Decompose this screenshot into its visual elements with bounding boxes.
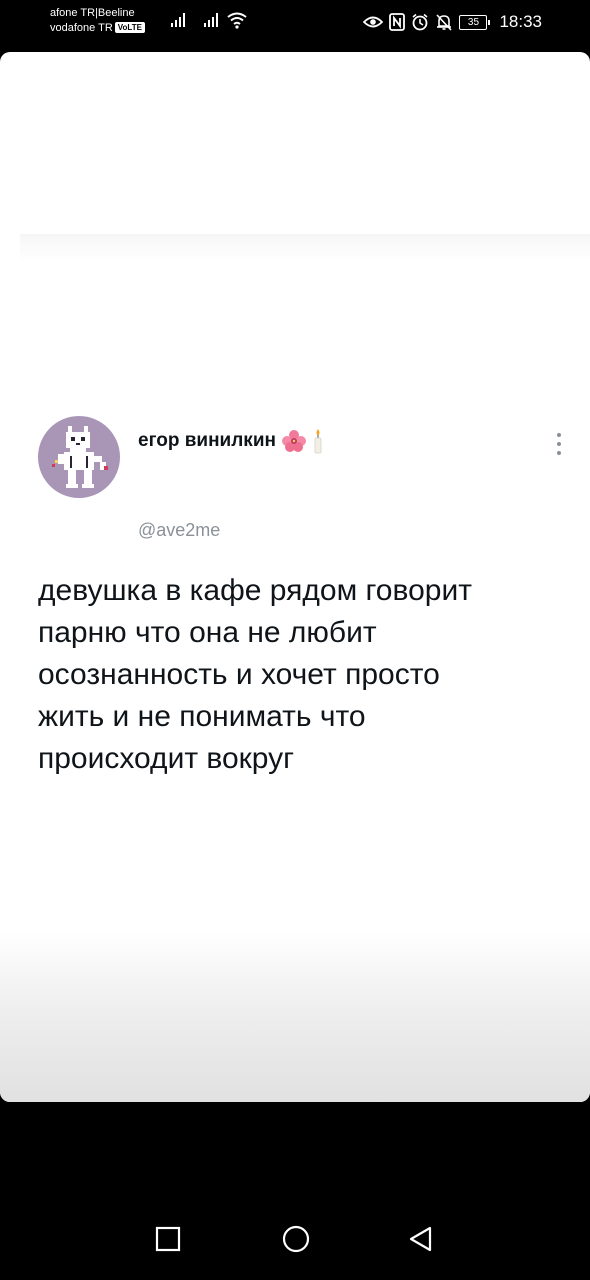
- signal-icon: [204, 13, 218, 27]
- story-card[interactable]: егор винилкин @ave2me девушка в кафе ряд…: [0, 52, 590, 1102]
- user-handle[interactable]: @ave2me: [138, 520, 220, 541]
- recents-button[interactable]: [155, 1226, 181, 1252]
- mute-bell-icon: [436, 14, 453, 31]
- carrier-line-1: afone TR|Beeline: [50, 7, 135, 19]
- tweet-text: девушка в кафе рядом говорит парню что о…: [38, 574, 472, 775]
- carrier-line-2: vodafone TR: [50, 22, 113, 34]
- candle-icon: [314, 429, 322, 454]
- volte-badge: VoLTE: [114, 22, 145, 33]
- battery-level: 35: [467, 16, 480, 28]
- pixel-cat-avatar-image: [52, 426, 108, 488]
- carrier-info: afone TR|Beeline vodafone TR VoLTE: [50, 6, 145, 36]
- bottom-gradient: [0, 932, 590, 1102]
- back-button[interactable]: [406, 1225, 434, 1253]
- nfc-icon: [389, 13, 406, 31]
- phone-screen: afone TR|Beeline vodafone TR VoLTE 35 18…: [0, 0, 590, 1280]
- name-row: егор винилкин: [138, 428, 324, 454]
- wifi-icon: [227, 12, 247, 29]
- signal-icon: [171, 13, 185, 27]
- avatar[interactable]: [38, 416, 120, 498]
- faded-separator: [20, 234, 590, 262]
- more-options-icon[interactable]: [554, 431, 564, 457]
- eye-icon: [363, 16, 384, 28]
- home-button[interactable]: [281, 1224, 311, 1254]
- navigation-bar: [0, 1196, 590, 1280]
- display-name[interactable]: егор винилкин: [138, 430, 276, 452]
- hibiscus-icon: [281, 430, 306, 452]
- battery-icon: 35: [459, 14, 491, 30]
- status-clock: 18:33: [499, 12, 542, 31]
- status-icons: 35 18:33: [363, 10, 542, 34]
- status-bar: afone TR|Beeline vodafone TR VoLTE 35 18…: [0, 0, 590, 48]
- alarm-icon: [412, 13, 428, 31]
